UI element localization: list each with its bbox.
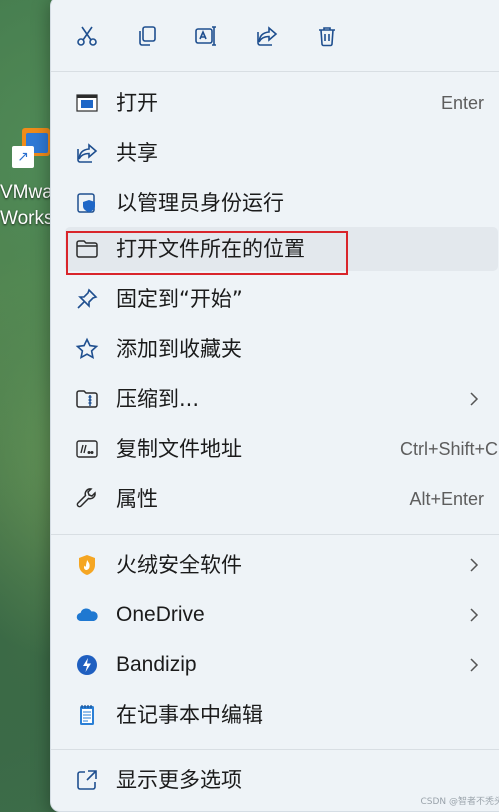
cut-button[interactable]	[70, 19, 104, 53]
menu-item-huorong[interactable]: 火绒安全软件	[65, 543, 498, 587]
menu-item-label: OneDrive	[116, 603, 205, 626]
shortcut-text: Ctrl+Shift+C	[399, 439, 498, 459]
menu-item-label: 显示更多选项	[116, 768, 242, 792]
menu-item-label: 添加到收藏夹	[116, 337, 242, 361]
menu-item-label: 以管理员身份运行	[116, 191, 284, 215]
menu-item-label: 固定到“开始”	[116, 287, 243, 311]
rename-button[interactable]	[189, 19, 223, 53]
menu-item-add-to-favorites[interactable]: 添加到收藏夹	[65, 327, 498, 371]
shortcut-arrow-icon: ↗	[12, 146, 34, 168]
menu-item-properties[interactable]: 属性 Alt+Enter	[65, 477, 498, 521]
wrench-icon	[74, 487, 100, 511]
share-icon	[257, 26, 278, 46]
menu-item-compress-to[interactable]: 压缩到...	[65, 377, 498, 421]
star-icon	[74, 337, 100, 361]
menu-item-label: 火绒安全软件	[116, 553, 242, 577]
menu-item-open-file-location[interactable]: 打开文件所在的位置	[65, 227, 498, 271]
notepad-icon	[74, 703, 100, 727]
cut-icon	[77, 26, 97, 46]
menu-item-copy-as-path[interactable]: 复制文件地址 Ctrl+Shift+C	[65, 427, 498, 471]
chevron-right-icon	[470, 558, 479, 572]
menu-item-label: 在记事本中编辑	[116, 703, 263, 727]
delete-button[interactable]	[310, 19, 344, 53]
context-menu: 打开 Enter 共享 以管理员身份运行 打开文件所在的位置 固定到“开始” 添…	[50, 0, 499, 812]
copy-button[interactable]	[130, 19, 164, 53]
share-button[interactable]	[250, 19, 284, 53]
context-menu-toolbar	[51, 1, 499, 67]
watermark: CSDN @智者不秃头	[420, 797, 499, 807]
menu-item-label: 打开文件所在的位置	[116, 237, 305, 261]
shield-icon	[74, 191, 100, 215]
show-more-icon	[74, 768, 100, 792]
menu-item-label: 压缩到...	[116, 387, 200, 411]
chevron-right-icon	[470, 392, 479, 406]
separator	[51, 534, 499, 535]
shortcut-text: Enter	[440, 93, 484, 113]
separator	[51, 71, 499, 72]
menu-item-pin-to-start[interactable]: 固定到“开始”	[65, 277, 498, 321]
zip-folder-icon	[74, 387, 100, 411]
chevron-right-icon	[470, 658, 479, 672]
menu-item-open[interactable]: 打开 Enter	[65, 81, 498, 125]
chevron-right-icon	[470, 608, 479, 622]
menu-item-label: 打开	[116, 91, 158, 115]
delete-icon	[319, 27, 335, 47]
menu-item-edit-in-notepad[interactable]: 在记事本中编辑	[65, 693, 498, 737]
bandizip-icon	[74, 653, 100, 677]
menu-item-label: 复制文件地址	[116, 437, 242, 461]
vmware-workstation-icon[interactable]: ↗	[8, 128, 52, 172]
menu-item-label: 共享	[116, 141, 158, 165]
pin-icon	[74, 287, 100, 311]
copy-path-icon	[74, 437, 100, 461]
folder-icon	[74, 237, 100, 261]
app-window-icon	[74, 91, 100, 115]
shortcut-text: Alt+Enter	[409, 489, 484, 509]
onedrive-icon	[74, 603, 100, 627]
menu-item-label: Bandizip	[116, 653, 197, 676]
menu-item-run-as-admin[interactable]: 以管理员身份运行	[65, 181, 498, 225]
rename-icon	[195, 26, 216, 46]
share-icon	[74, 141, 100, 165]
menu-item-label: 属性	[116, 487, 158, 511]
copy-icon	[139, 26, 156, 46]
separator	[51, 749, 499, 750]
huorong-icon	[74, 553, 100, 577]
menu-item-share[interactable]: 共享	[65, 131, 498, 175]
desktop-shortcut-label[interactable]: VMware Workst	[0, 180, 50, 232]
menu-item-onedrive[interactable]: OneDrive	[65, 593, 498, 637]
menu-item-bandizip[interactable]: Bandizip	[65, 643, 498, 687]
